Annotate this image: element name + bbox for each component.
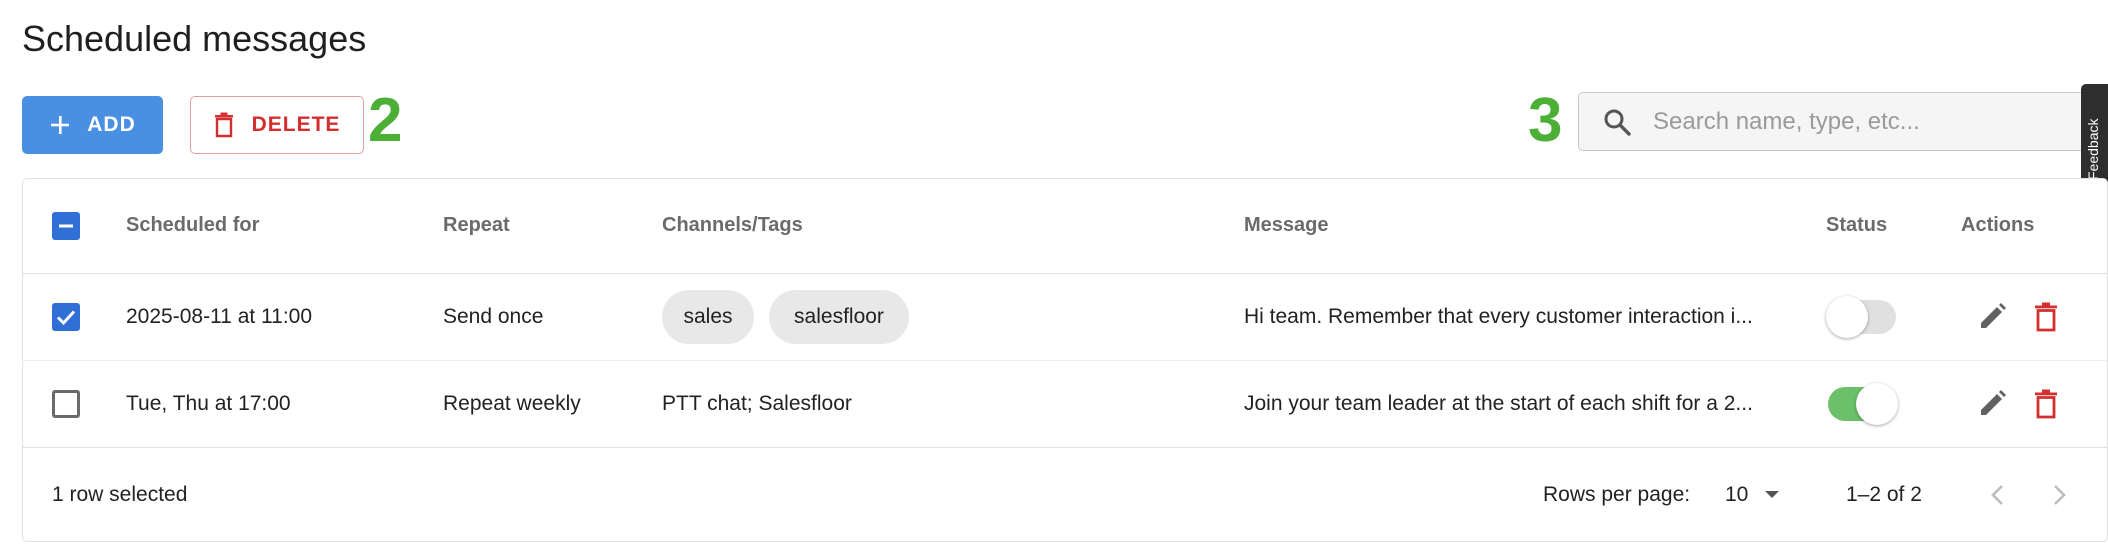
pagination-range: 1–2 of 2 — [1846, 483, 1922, 506]
pencil-icon — [1981, 390, 2006, 415]
delete-row-button[interactable] — [2029, 387, 2063, 421]
rows-per-page-select[interactable]: 10 — [1725, 483, 1780, 507]
status-toggle[interactable] — [1826, 296, 1898, 338]
chevron-left-icon — [1991, 485, 2003, 505]
page-title: Scheduled messages — [22, 18, 367, 59]
previous-page-button[interactable] — [1984, 482, 2010, 508]
delete-row-button[interactable] — [2029, 300, 2063, 334]
edit-button[interactable] — [1975, 300, 2009, 334]
tag-chip: salesfloor — [769, 290, 909, 344]
table-footer: 1 row selected Rows per page: 10 1–2 of … — [23, 449, 2107, 541]
caret-down-icon — [1765, 491, 1780, 498]
annotation-marker-2: 2 — [368, 86, 403, 155]
search-icon — [1604, 109, 1631, 136]
next-page-button[interactable] — [2047, 482, 2073, 508]
toggle-knob — [1856, 383, 1898, 425]
status-toggle[interactable] — [1826, 383, 1898, 425]
rows-per-page-label: Rows per page: — [1543, 483, 1691, 506]
scheduled-messages-table: Scheduled for Repeat Channels/Tags Messa… — [22, 178, 2108, 542]
add-button-label: ADD — [87, 113, 136, 136]
plus-icon — [51, 116, 70, 134]
trash-icon — [214, 112, 233, 138]
table-row[interactable]: 2025-08-11 at 11:00 Send once sales sale… — [23, 274, 2107, 361]
table-header: Scheduled for Repeat Channels/Tags Messa… — [23, 179, 2107, 274]
checkmark-icon — [56, 310, 76, 326]
delete-button-label: DELETE — [251, 113, 341, 136]
pencil-icon — [1981, 303, 2006, 328]
table-row[interactable]: Tue, Thu at 17:00 Repeat weekly PTT chat… — [23, 361, 2107, 448]
scheduled-for-cell: Tue, Thu at 17:00 — [126, 392, 291, 415]
scheduled-for-cell: 2025-08-11 at 11:00 — [126, 305, 313, 328]
row-checkbox[interactable] — [52, 303, 80, 331]
feedback-tab-label: Feedback — [2085, 118, 2101, 180]
message-cell: Hi team. Remember that every customer in… — [1244, 305, 1753, 328]
column-header-repeat[interactable]: Repeat — [443, 214, 510, 237]
search-field[interactable] — [1578, 92, 2108, 151]
toggle-knob — [1826, 296, 1868, 338]
selection-count: 1 row selected — [52, 483, 188, 506]
row-checkbox[interactable] — [52, 390, 80, 418]
column-header-actions: Actions — [1961, 214, 2035, 236]
column-header-channels-tags[interactable]: Channels/Tags — [662, 214, 803, 237]
minus-icon — [59, 224, 73, 228]
add-button[interactable]: ADD — [22, 96, 163, 154]
search-input[interactable] — [1653, 107, 2093, 136]
repeat-cell: Send once — [443, 305, 544, 328]
channels-cell: PTT chat; Salesfloor — [662, 392, 852, 415]
edit-button[interactable] — [1975, 387, 2009, 421]
column-header-scheduled-for[interactable]: Scheduled for — [126, 214, 259, 237]
rows-per-page-value: 10 — [1725, 483, 1749, 506]
message-cell: Join your team leader at the start of ea… — [1244, 392, 1753, 415]
repeat-cell: Repeat weekly — [443, 392, 581, 415]
tag-chip: sales — [662, 290, 754, 344]
column-header-message[interactable]: Message — [1244, 214, 1329, 237]
annotation-marker-3: 3 — [1528, 86, 1563, 155]
delete-button[interactable]: DELETE — [190, 96, 364, 154]
chevron-right-icon — [2054, 485, 2066, 505]
column-header-status[interactable]: Status — [1826, 214, 1887, 237]
trash-icon — [2035, 302, 2057, 332]
trash-icon — [2035, 389, 2057, 419]
select-all-checkbox[interactable] — [52, 212, 80, 240]
